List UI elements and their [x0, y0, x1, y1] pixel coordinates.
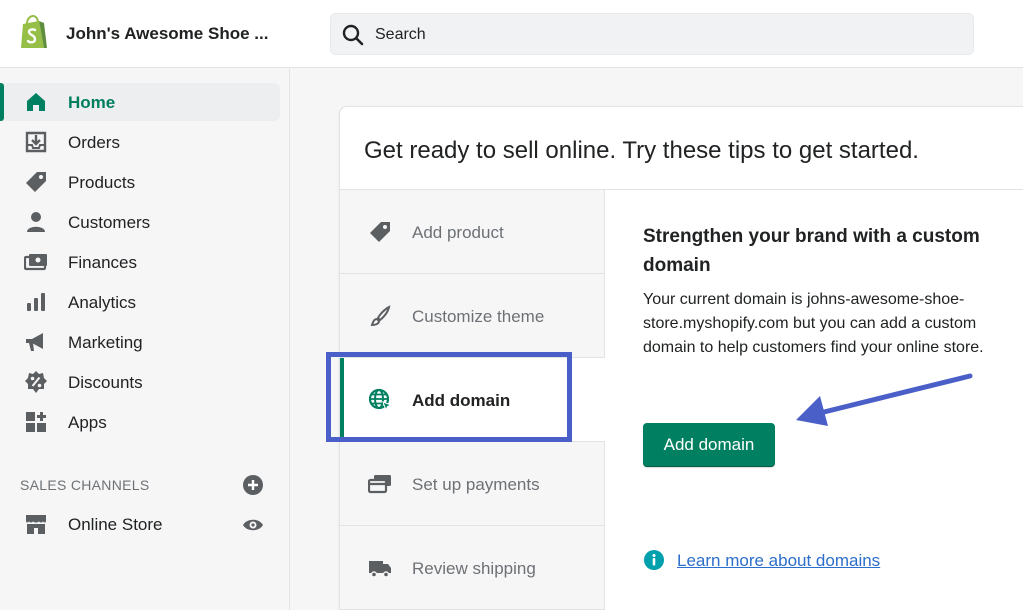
search-input[interactable]: Search [375, 26, 426, 44]
sidebar-item-finances[interactable]: Finances [0, 243, 280, 281]
person-icon [27, 212, 45, 232]
home-icon [27, 93, 45, 111]
sidebar-item-label: Apps [68, 413, 107, 432]
finances-icon [24, 254, 47, 271]
tab-set-up-payments[interactable]: Set up payments [340, 442, 605, 526]
sidebar-item-label: Orders [68, 133, 120, 152]
add-circle-icon[interactable] [242, 474, 264, 496]
sidebar-item-label: Home [68, 93, 116, 112]
sidebar-item-online-store[interactable]: Online Store [0, 505, 280, 543]
store-icon [26, 515, 46, 534]
eye-icon[interactable] [242, 514, 264, 536]
annotation-arrow [796, 373, 973, 426]
learn-more-link[interactable]: Learn more about domains [677, 551, 880, 571]
brush-icon [370, 305, 391, 327]
apps-icon [26, 412, 46, 432]
sidebar-item-marketing[interactable]: Marketing [0, 323, 280, 361]
card-title: Get ready to sell online. Try these tips… [364, 137, 919, 164]
sidebar-item-label: Online Store [68, 515, 163, 534]
sidebar-item-label: Analytics [68, 293, 137, 312]
tab-add-product[interactable]: Add product [340, 190, 605, 274]
add-domain-button[interactable]: Add domain [643, 423, 775, 467]
megaphone-icon [26, 333, 43, 351]
sidebar-item-products[interactable]: Products [0, 163, 280, 201]
sidebar-item-apps[interactable]: Apps [0, 403, 280, 441]
payments-icon [368, 475, 391, 494]
sidebar-item-discounts[interactable]: Discounts [0, 363, 280, 401]
sidebar-item-label: Customers [68, 213, 151, 232]
tab-label: Review shipping [412, 559, 536, 578]
sidebar-item-home[interactable]: Home [0, 83, 280, 121]
tab-label: Customize theme [412, 307, 545, 326]
store-name[interactable]: John's Awesome Shoe ... [66, 24, 268, 44]
tag-icon [370, 222, 390, 242]
highlight-box [326, 352, 572, 442]
discount-icon [25, 371, 47, 393]
sidebar-item-label: Finances [68, 253, 137, 272]
orders-icon [25, 131, 47, 153]
sidebar-item-label: Products [68, 173, 136, 192]
sidebar: Home Orders Products Customers Finances [0, 69, 290, 610]
bar-chart-icon [27, 293, 45, 311]
sidebar-item-analytics[interactable]: Analytics [0, 283, 280, 321]
sidebar-item-customers[interactable]: Customers [0, 203, 280, 241]
search-bar[interactable]: Search [330, 13, 974, 55]
top-bar: John's Awesome Shoe ... Search [0, 0, 1023, 68]
tab-customize-theme[interactable]: Customize theme [340, 274, 605, 358]
detail-title: Strengthen your brand with a custom doma… [643, 226, 980, 276]
info-icon [644, 550, 664, 570]
sidebar-item-label: Marketing [68, 333, 143, 352]
detail-body: Your current domain is johns-awesome-sho… [643, 291, 984, 356]
search-icon [342, 24, 364, 46]
sidebar-item-label: Discounts [68, 373, 143, 392]
shopify-logo-icon[interactable] [17, 15, 49, 51]
sales-channels-title: SALES CHANNELS [20, 477, 150, 493]
tab-label: Set up payments [412, 475, 540, 494]
tab-review-shipping[interactable]: Review shipping [340, 526, 605, 610]
tag-icon [26, 172, 46, 192]
sidebar-item-orders[interactable]: Orders [0, 123, 280, 161]
tab-label: Add product [412, 223, 504, 242]
truck-icon [369, 561, 391, 578]
